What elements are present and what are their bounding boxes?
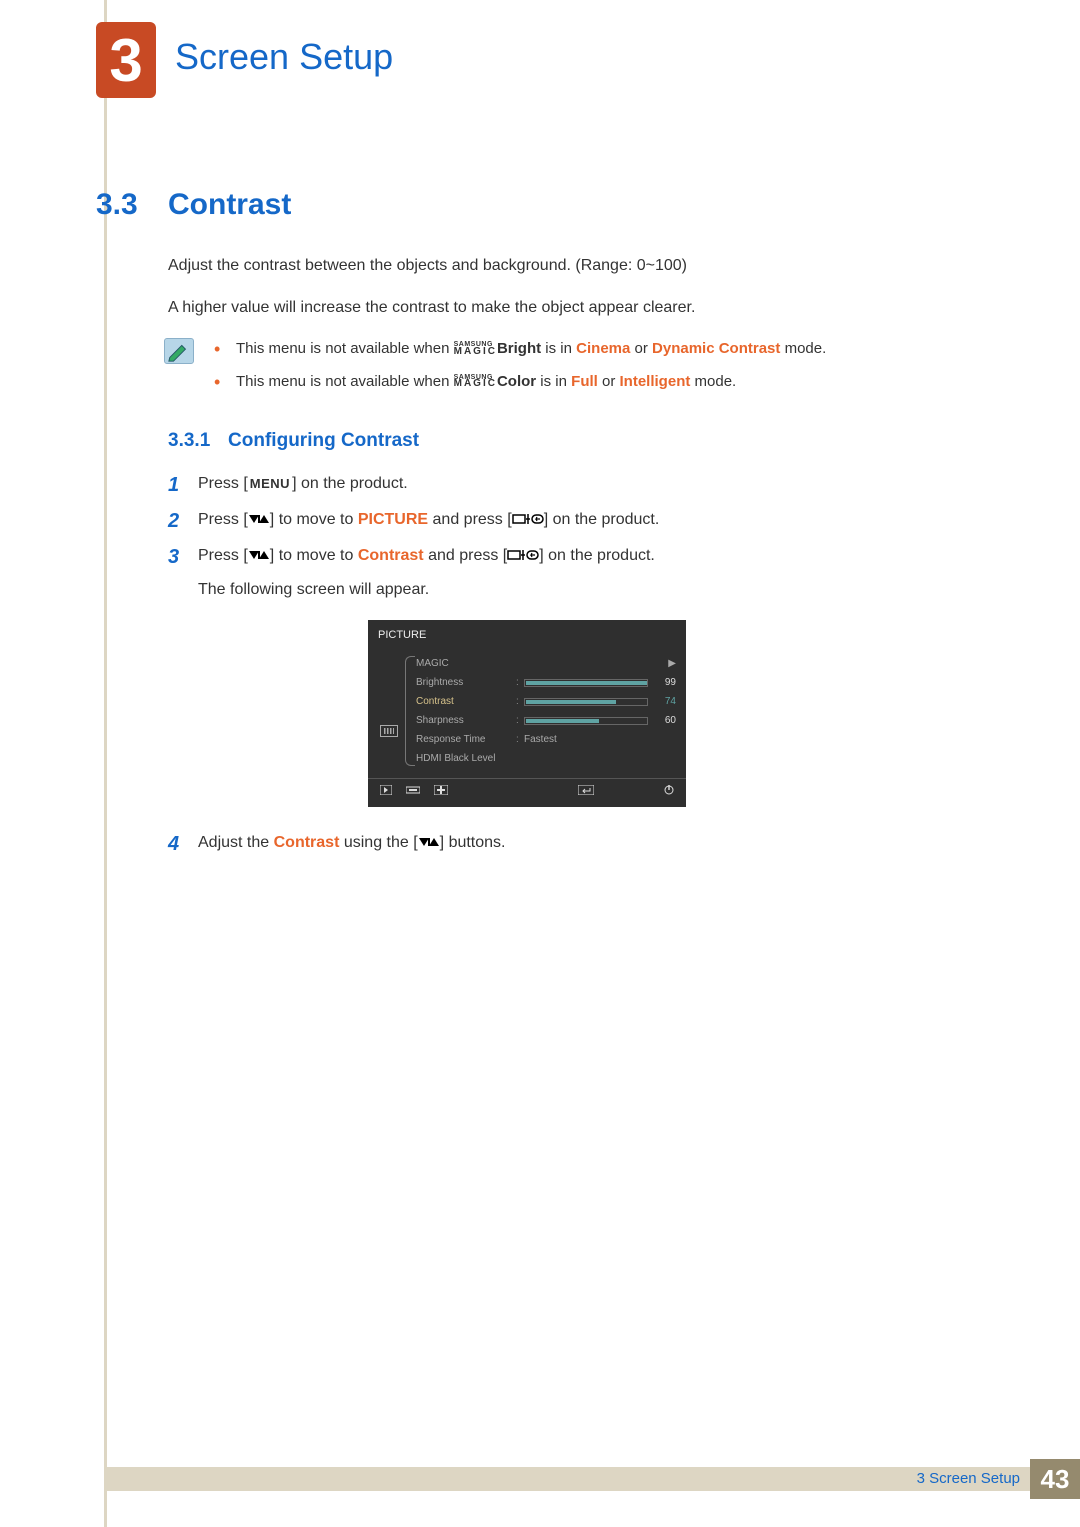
brightness-slider [524, 679, 648, 687]
contrast-slider [524, 698, 648, 706]
footer-label: 3 Screen Setup [917, 1470, 1020, 1487]
left-margin-strip [104, 0, 107, 1527]
samsung-magic-label: SAMSUNGMAGIC [454, 343, 497, 355]
osd-row-contrast: Contrast : 74 [416, 692, 676, 711]
chapter-number-badge: 3 [96, 22, 156, 98]
step-4: 4 Adjust the Contrast using the [] butto… [168, 831, 988, 855]
osd-row-magic: MAGIC ▶ [416, 654, 676, 673]
note-item-2: This menu is not available when SAMSUNGM… [236, 371, 988, 394]
osd-screenshot: PICTURE MAGIC ▶ Brightness [368, 620, 686, 807]
menu-button-label: MENU [248, 474, 292, 494]
osd-row-brightness: Brightness : 99 [416, 673, 676, 692]
page-number: 43 [1030, 1459, 1080, 1499]
chapter-number: 3 [109, 26, 142, 95]
note-item-1: This menu is not available when SAMSUNGM… [236, 338, 988, 361]
chapter-title: Screen Setup [175, 36, 393, 78]
subsection-title: Configuring Contrast [228, 430, 419, 451]
enter-icon [578, 784, 594, 801]
footer-strip [104, 1467, 1030, 1491]
back-icon [380, 784, 392, 801]
osd-footer [368, 778, 686, 803]
step-3-note: The following screen will appear. [198, 578, 988, 602]
picture-tab-icon [380, 725, 398, 737]
page-footer: 3 Screen Setup 43 [104, 1459, 1080, 1499]
intro-paragraph-1: Adjust the contrast between the objects … [168, 254, 988, 278]
down-up-arrows-icon [248, 547, 270, 564]
subsection-number: 3.3.1 [168, 430, 210, 451]
osd-row-sharpness: Sharpness : 60 [416, 711, 676, 730]
subsection-heading: 3.3.1 Configuring Contrast [168, 427, 988, 456]
section-title: Contrast [168, 188, 291, 222]
sharpness-slider [524, 717, 648, 725]
osd-row-response: Response Time : Fastest [416, 730, 676, 749]
note-icon [164, 338, 194, 364]
chevron-right-icon: ▶ [654, 654, 676, 673]
samsung-magic-label: SAMSUNGMAGIC [454, 376, 497, 388]
steps-list: 1 Press [MENU] on the product. 2 Press [… [168, 472, 988, 855]
osd-left-icons [378, 654, 400, 768]
osd-title: PICTURE [368, 620, 686, 651]
osd-body: MAGIC ▶ Brightness : 99 Contrast [368, 650, 686, 778]
source-enter-icon [507, 547, 539, 564]
osd-row-hdmi: HDMI Black Level [416, 749, 676, 768]
section-number: 3.3 [96, 188, 138, 222]
down-up-arrows-icon [248, 511, 270, 528]
note-block: This menu is not available when SAMSUNGM… [168, 338, 988, 393]
plus-icon [434, 784, 448, 801]
step-2: 2 Press [] to move to PICTURE and press … [168, 508, 988, 532]
content-area: Adjust the contrast between the objects … [168, 254, 988, 867]
note-list: This menu is not available when SAMSUNGM… [236, 338, 988, 393]
intro-paragraph-2: A higher value will increase the contras… [168, 296, 988, 320]
step-3: 3 Press [] to move to Contrast and press… [168, 544, 988, 807]
power-icon [664, 784, 674, 801]
step-1: 1 Press [MENU] on the product. [168, 472, 988, 496]
osd-menu: MAGIC ▶ Brightness : 99 Contrast [400, 654, 676, 768]
minus-icon [406, 784, 420, 801]
source-enter-icon [512, 511, 544, 528]
down-up-arrows-icon [418, 834, 440, 851]
